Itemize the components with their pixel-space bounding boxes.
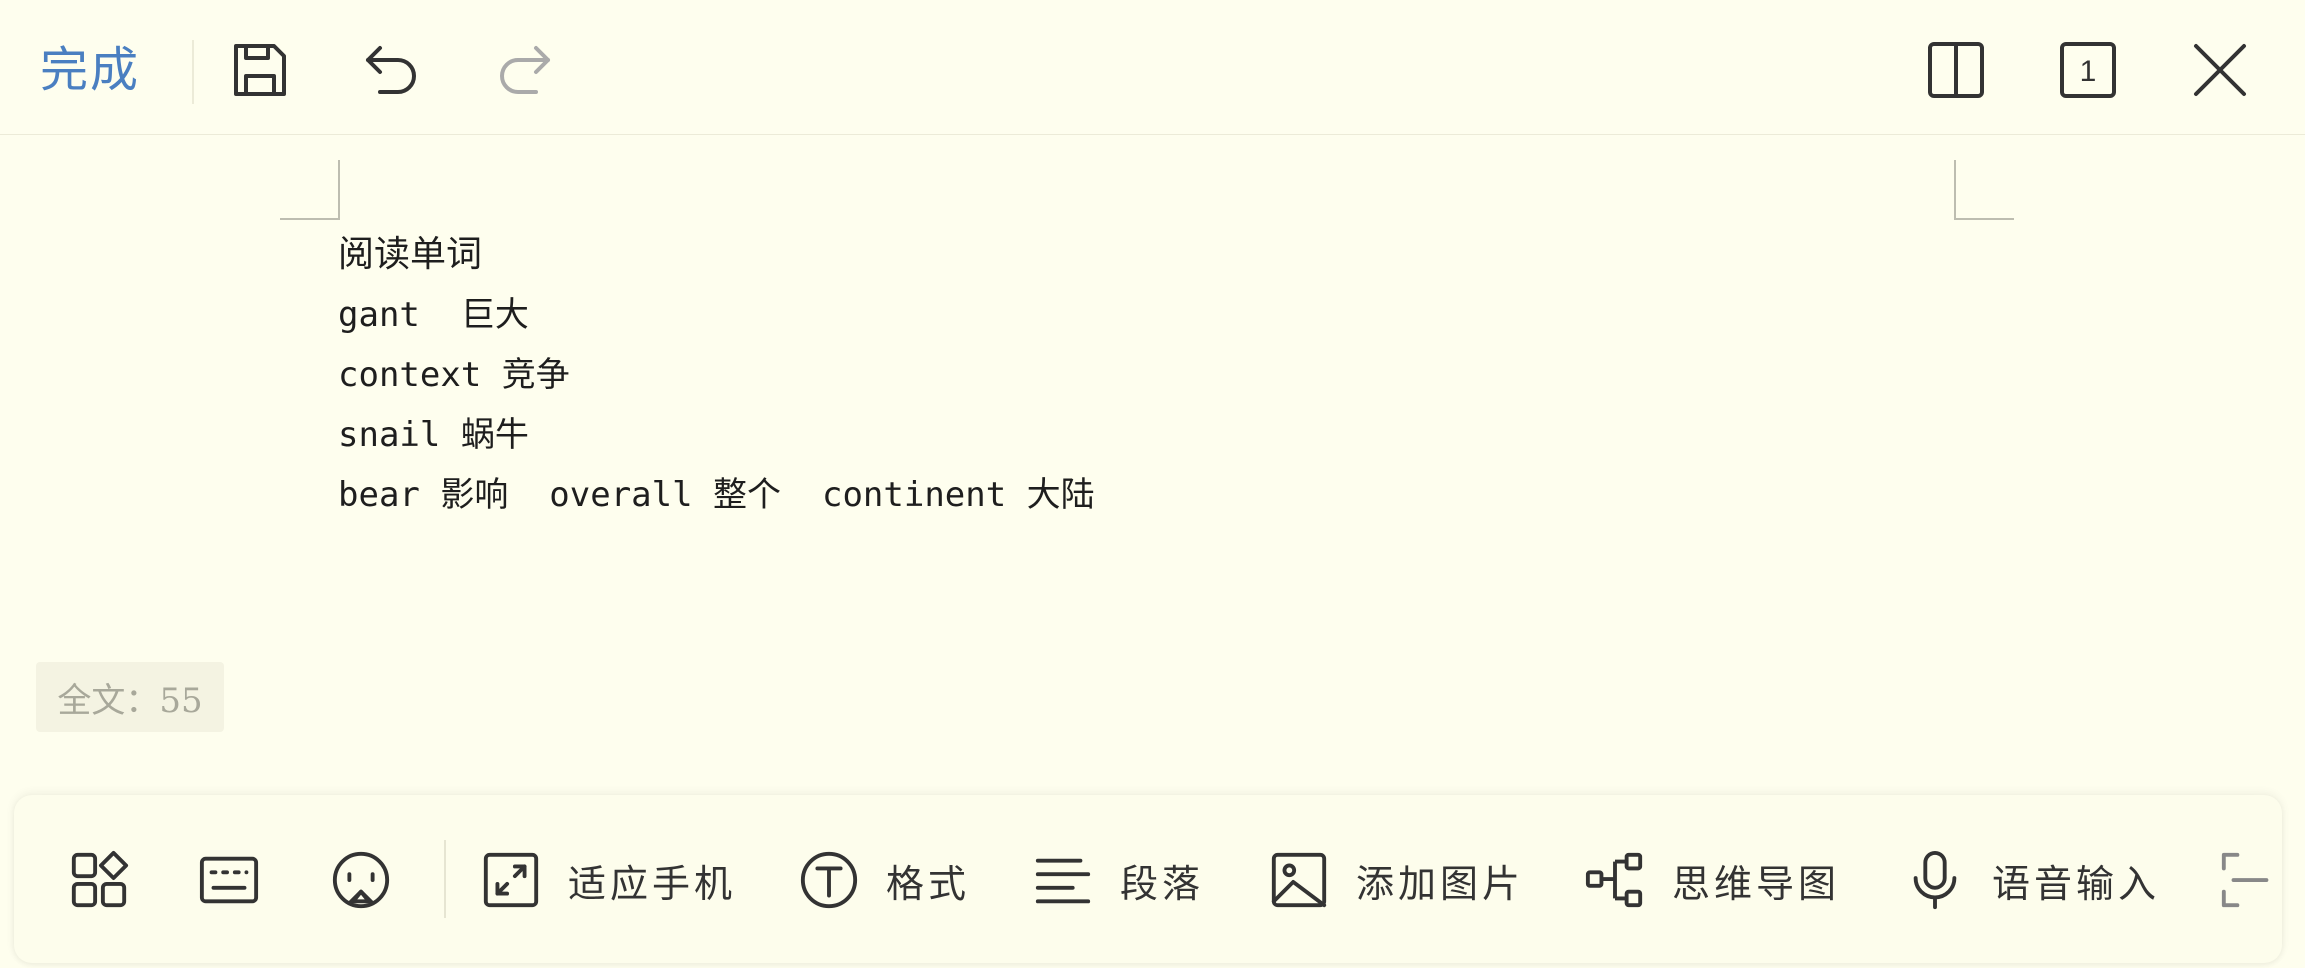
toolbar-divider <box>444 840 446 918</box>
doc-line: context 竞争 <box>338 355 570 395</box>
apps-icon[interactable] <box>64 845 134 915</box>
done-button[interactable]: 完成 <box>40 40 140 100</box>
page-number-icon: 1 <box>2060 42 2116 98</box>
paragraph-button[interactable]: 段落 <box>1032 840 1204 920</box>
split-view-icon[interactable] <box>1920 34 1992 106</box>
save-icon[interactable] <box>224 34 296 106</box>
bottom-toolbar: 适应手机 格式 段落 添加图片 思维导图 语音输入 <box>14 795 2282 963</box>
format-label: 格式 <box>886 861 971 906</box>
word-count-badge: 全文：55 <box>36 662 224 732</box>
mindmap-label: 思维导图 <box>1672 861 1841 906</box>
fit-phone-button[interactable]: 适应手机 <box>480 840 736 920</box>
close-icon[interactable] <box>2184 34 2256 106</box>
mindmap-button[interactable]: 思维导图 <box>1584 840 1840 920</box>
page-number-text: 1 <box>2080 55 2097 88</box>
page-corner-marker <box>280 160 340 220</box>
mindmap-icon <box>1585 852 1643 908</box>
more-tools-icon[interactable] <box>2214 845 2282 915</box>
add-image-label: 添加图片 <box>1356 861 1525 906</box>
keyboard-icon[interactable] <box>194 845 264 915</box>
microphone-icon <box>1913 850 1957 910</box>
fit-phone-label: 适应手机 <box>568 861 737 906</box>
page-corner-marker <box>1954 160 2014 220</box>
add-image-button[interactable]: 添加图片 <box>1268 840 1524 920</box>
doc-line: snail 蜗牛 <box>338 415 529 455</box>
fit-screen-icon <box>483 852 539 908</box>
document-body[interactable]: 阅读单词 gant 巨大 context 竞争 snail 蜗牛 bear 影响… <box>338 225 1095 525</box>
format-icon <box>800 851 858 909</box>
toolbar-divider <box>192 40 194 104</box>
format-button[interactable]: 格式 <box>798 840 970 920</box>
emoji-icon[interactable] <box>326 845 396 915</box>
doc-line: gant 巨大 <box>338 295 529 335</box>
top-toolbar: 完成 1 <box>0 0 2305 135</box>
image-icon <box>1271 852 1327 908</box>
paragraph-label: 段落 <box>1120 861 1205 906</box>
voice-input-button[interactable]: 语音输入 <box>1904 840 2160 920</box>
page-number-button[interactable]: 1 <box>2052 34 2124 106</box>
paragraph-icon <box>1035 858 1091 904</box>
undo-icon[interactable] <box>356 34 428 106</box>
doc-line: 阅读单词 <box>338 234 483 275</box>
redo-icon[interactable] <box>488 34 560 106</box>
voice-input-label: 语音输入 <box>1992 861 2161 906</box>
doc-line: bear 影响 overall 整个 continent 大陆 <box>338 475 1095 515</box>
